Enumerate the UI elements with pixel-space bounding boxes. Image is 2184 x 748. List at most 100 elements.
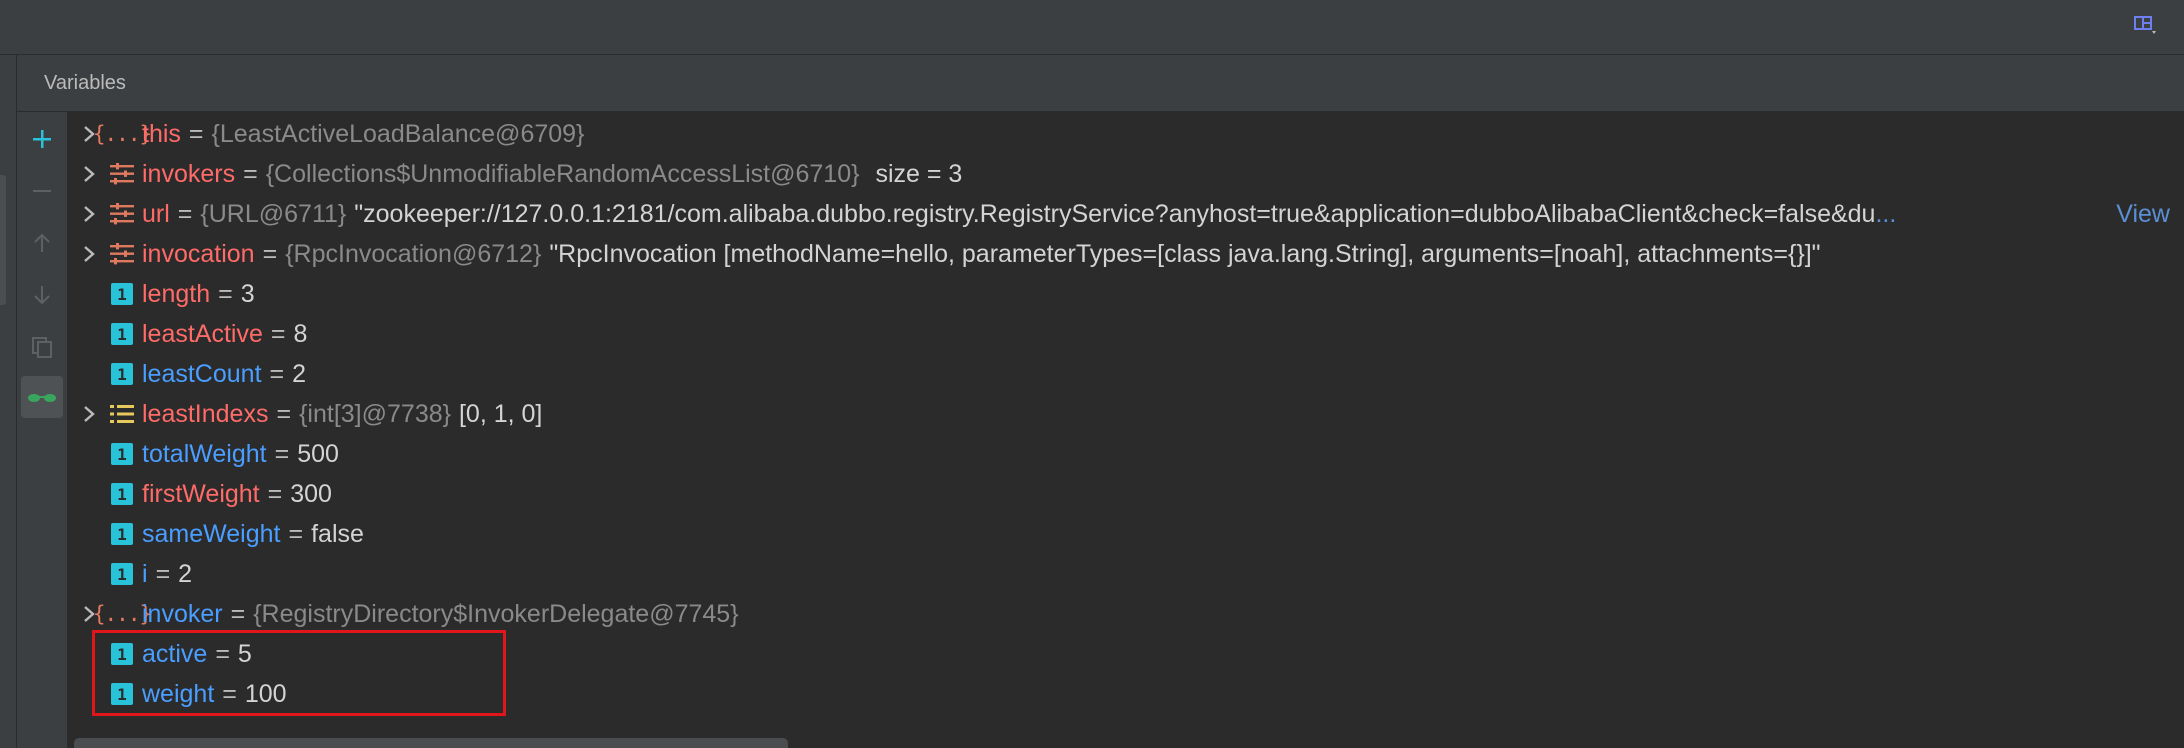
object-reference: {RegistryDirectory$InvokerDelegate@7745} bbox=[253, 599, 739, 628]
type-icon-slot: 1 bbox=[106, 358, 138, 390]
variable-value: 3 bbox=[240, 279, 255, 308]
variable-name: invoker bbox=[142, 599, 223, 628]
variable-value: 8 bbox=[293, 319, 308, 348]
primitive-type-icon: 1 bbox=[111, 323, 133, 345]
variable-name: this bbox=[142, 119, 181, 148]
variable-row[interactable]: url = {URL@6711} "zookeeper://127.0.0.1:218… bbox=[68, 194, 2184, 234]
variable-row[interactable]: 1 i = 2 bbox=[68, 554, 2184, 594]
chevron-right-icon[interactable] bbox=[72, 405, 106, 423]
field-list-icon bbox=[110, 243, 134, 265]
object-reference: {Collections$UnmodifiableRandomAccessLis… bbox=[265, 159, 860, 188]
view-value-link[interactable]: View bbox=[2116, 200, 2170, 229]
horizontal-scrollbar[interactable] bbox=[74, 738, 788, 748]
variable-name: i bbox=[142, 559, 148, 588]
variable-row[interactable]: 1 firstWeight = 300 bbox=[68, 474, 2184, 514]
remove-watch-button[interactable] bbox=[21, 170, 63, 212]
equals-sign: = bbox=[288, 519, 304, 548]
type-icon-slot bbox=[106, 398, 138, 430]
variable-value: 2 bbox=[178, 559, 193, 588]
variable-row[interactable]: 1 totalWeight = 500 bbox=[68, 434, 2184, 474]
variable-value: 500 bbox=[297, 439, 339, 468]
variable-value: false bbox=[311, 519, 364, 548]
type-icon-slot bbox=[106, 198, 138, 230]
variable-row[interactable]: invocation = {RpcInvocation@6712} "RpcInvoc… bbox=[68, 234, 2184, 274]
variable-name: totalWeight bbox=[142, 439, 267, 468]
minus-icon bbox=[33, 190, 51, 192]
variable-value: 300 bbox=[290, 479, 332, 508]
equals-sign: = bbox=[243, 159, 258, 188]
equals-sign: = bbox=[270, 319, 286, 348]
show-watches-toggle[interactable] bbox=[21, 376, 63, 418]
primitive-type-icon: 1 bbox=[111, 283, 133, 305]
variable-name: sameWeight bbox=[142, 519, 281, 548]
arrow-up-icon bbox=[34, 233, 50, 252]
field-list-icon bbox=[110, 203, 134, 225]
variables-panel-header: Variables bbox=[17, 55, 2184, 112]
copy-icon bbox=[32, 337, 52, 358]
primitive-type-icon: 1 bbox=[111, 483, 133, 505]
plus-icon bbox=[33, 130, 51, 148]
variable-row[interactable]: invokers = {Collections$UnmodifiableRandom… bbox=[68, 154, 2184, 194]
object-reference: {int[3]@7738} bbox=[299, 399, 451, 428]
chevron-right-icon[interactable] bbox=[72, 165, 106, 183]
equals-sign: = bbox=[218, 279, 233, 308]
field-list-icon bbox=[110, 163, 134, 185]
layout-settings-icon[interactable] bbox=[2134, 16, 2156, 34]
equals-sign: = bbox=[230, 599, 246, 628]
equals-sign: = bbox=[274, 439, 290, 468]
variable-name: length bbox=[142, 279, 211, 308]
variable-value: "RpcInvocation [methodName=hello, parame… bbox=[549, 239, 1821, 268]
glasses-icon bbox=[28, 394, 56, 402]
equals-sign: = bbox=[155, 559, 171, 588]
variable-name: invokers bbox=[142, 159, 236, 188]
equals-sign: = bbox=[269, 359, 285, 388]
variable-name: leastActive bbox=[142, 319, 263, 348]
chevron-right-icon[interactable] bbox=[72, 245, 106, 263]
variable-row[interactable]: {...} invoker = {RegistryDirectory$InvokerD… bbox=[68, 594, 2184, 634]
variable-row[interactable]: {...} this = {LeastActiveLoadBalance@6709} bbox=[68, 114, 2184, 154]
equals-sign: = bbox=[188, 119, 204, 148]
object-reference: {URL@6711} bbox=[200, 199, 347, 228]
variable-name: invocation bbox=[142, 239, 255, 268]
type-icon-slot: {...} bbox=[93, 118, 152, 150]
variable-value: 2 bbox=[292, 359, 307, 388]
type-icon-slot: 1 bbox=[106, 318, 138, 350]
chevron-right-icon[interactable] bbox=[72, 205, 106, 223]
truncation-ellipsis: ... bbox=[1875, 199, 1897, 228]
variable-row[interactable]: 1 leastActive = 8 bbox=[68, 314, 2184, 354]
variable-name: leastCount bbox=[142, 359, 262, 388]
variable-name: firstWeight bbox=[142, 479, 260, 508]
type-icon-slot: 1 bbox=[106, 278, 138, 310]
equals-sign: = bbox=[267, 479, 283, 508]
variable-row[interactable]: leastIndexs = {int[3]@7738} [0, 1, 0] bbox=[68, 394, 2184, 434]
variable-name: url bbox=[142, 199, 170, 228]
move-down-button[interactable] bbox=[21, 274, 63, 316]
panel-title: Variables bbox=[44, 72, 126, 94]
left-edge-strip bbox=[0, 55, 17, 748]
variable-row[interactable]: 1 leastCount = 2 bbox=[68, 354, 2184, 394]
primitive-type-icon: 1 bbox=[111, 523, 133, 545]
type-icon-slot: 1 bbox=[106, 558, 138, 590]
arrow-down-icon bbox=[34, 286, 50, 305]
move-up-button[interactable] bbox=[21, 222, 63, 264]
equals-sign: = bbox=[177, 199, 193, 228]
size-info: size = 3 bbox=[875, 159, 963, 188]
primitive-type-icon: 1 bbox=[111, 363, 133, 385]
variable-row[interactable]: 1 length = 3 bbox=[68, 274, 2184, 314]
equals-sign: = bbox=[276, 399, 292, 428]
type-icon-slot: 1 bbox=[106, 478, 138, 510]
debugger-window: Variables {...} this = {LeastActiveLoadB… bbox=[0, 0, 2184, 748]
add-watch-button[interactable] bbox=[21, 118, 63, 160]
copy-button[interactable] bbox=[21, 326, 63, 368]
collapsed-panel-tab[interactable] bbox=[0, 175, 6, 305]
variables-side-toolbar bbox=[17, 112, 68, 748]
type-icon-slot bbox=[106, 158, 138, 190]
variable-row[interactable]: 1 sameWeight = false bbox=[68, 514, 2184, 554]
type-icon-slot bbox=[106, 238, 138, 270]
variable-value: [0, 1, 0] bbox=[458, 399, 543, 428]
equals-sign: = bbox=[262, 239, 278, 268]
array-icon bbox=[110, 405, 134, 423]
variable-name: leastIndexs bbox=[142, 399, 269, 428]
type-icon-slot: {...} bbox=[93, 598, 152, 630]
type-icon-slot: 1 bbox=[106, 438, 138, 470]
